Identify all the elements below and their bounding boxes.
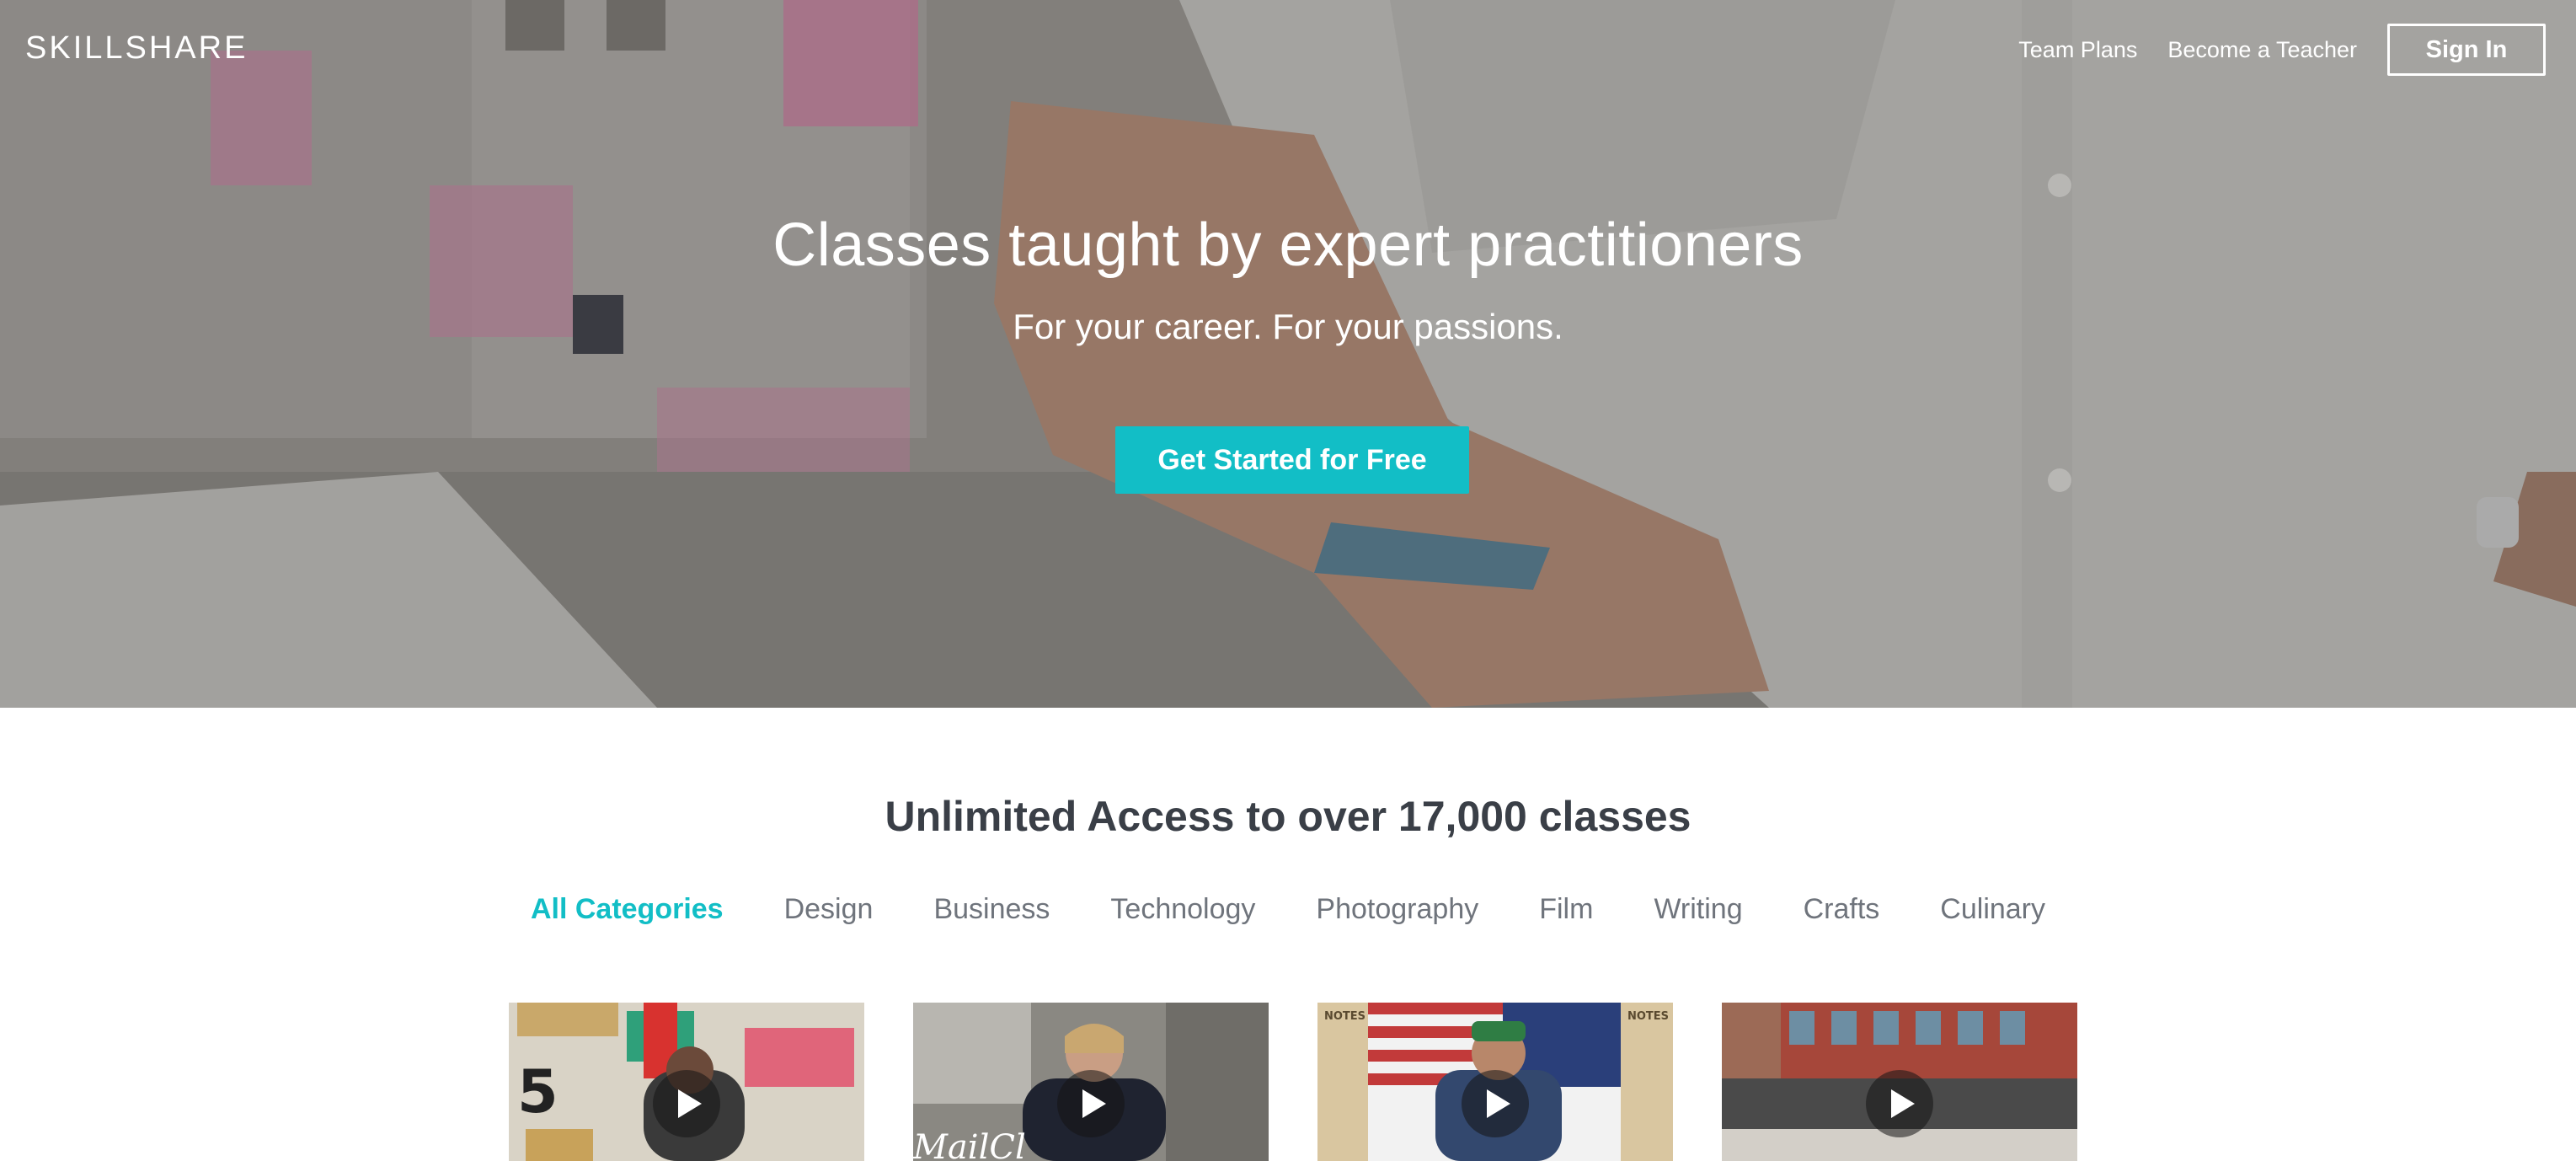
hero-banner: SKILLSHARE Team Plans Become a Teacher S… [0,0,2576,708]
class-card-thumbnail[interactable] [1722,1003,2077,1161]
hero-title: Classes taught by expert practitioners [772,211,1804,279]
catalog-heading: Unlimited Access to over 17,000 classes [884,793,1692,840]
hero-subtitle: For your career. For your passions. [1013,307,1563,346]
svg-text:MailCl: MailCl [913,1128,1026,1161]
svg-text:NOTES: NOTES [1627,1010,1669,1023]
class-card-thumbnail[interactable]: NOTES NOTES [1317,1003,1673,1161]
skillshare-logo[interactable]: SKILLSHARE [25,30,248,67]
tab-crafts[interactable]: Crafts [1804,893,1880,926]
play-icon [1891,1089,1915,1118]
play-icon [1082,1089,1106,1118]
hero-overlay [0,0,2576,708]
tab-design[interactable]: Design [784,893,874,926]
play-button[interactable] [1866,1070,1933,1137]
tab-technology[interactable]: Technology [1110,893,1255,926]
play-icon [1487,1089,1510,1118]
tab-writing[interactable]: Writing [1654,893,1742,926]
tab-film[interactable]: Film [1539,893,1593,926]
class-cards: 5 MailCl NOTES NOTES [0,1003,2576,1161]
tab-all-categories[interactable]: All Categories [531,893,724,926]
category-tabs: All Categories Design Business Technolog… [0,893,2576,926]
class-card-thumbnail[interactable]: MailCl [913,1003,1269,1161]
tab-business[interactable]: Business [933,893,1050,926]
play-button[interactable] [1462,1070,1529,1137]
tab-culinary[interactable]: Culinary [1940,893,2045,926]
team-plans-link[interactable]: Team Plans [2018,37,2137,63]
top-nav: Team Plans Become a Teacher Sign In [2018,24,2546,76]
play-button[interactable] [1057,1070,1125,1137]
svg-text:5: 5 [517,1057,558,1126]
sign-in-button[interactable]: Sign In [2387,24,2546,76]
tab-photography[interactable]: Photography [1316,893,1478,926]
class-card-thumbnail[interactable]: 5 [509,1003,864,1161]
get-started-button[interactable]: Get Started for Free [1115,426,1469,494]
play-button[interactable] [653,1070,720,1137]
play-icon [678,1089,702,1118]
svg-text:NOTES: NOTES [1324,1010,1365,1023]
become-teacher-link[interactable]: Become a Teacher [2167,37,2357,63]
